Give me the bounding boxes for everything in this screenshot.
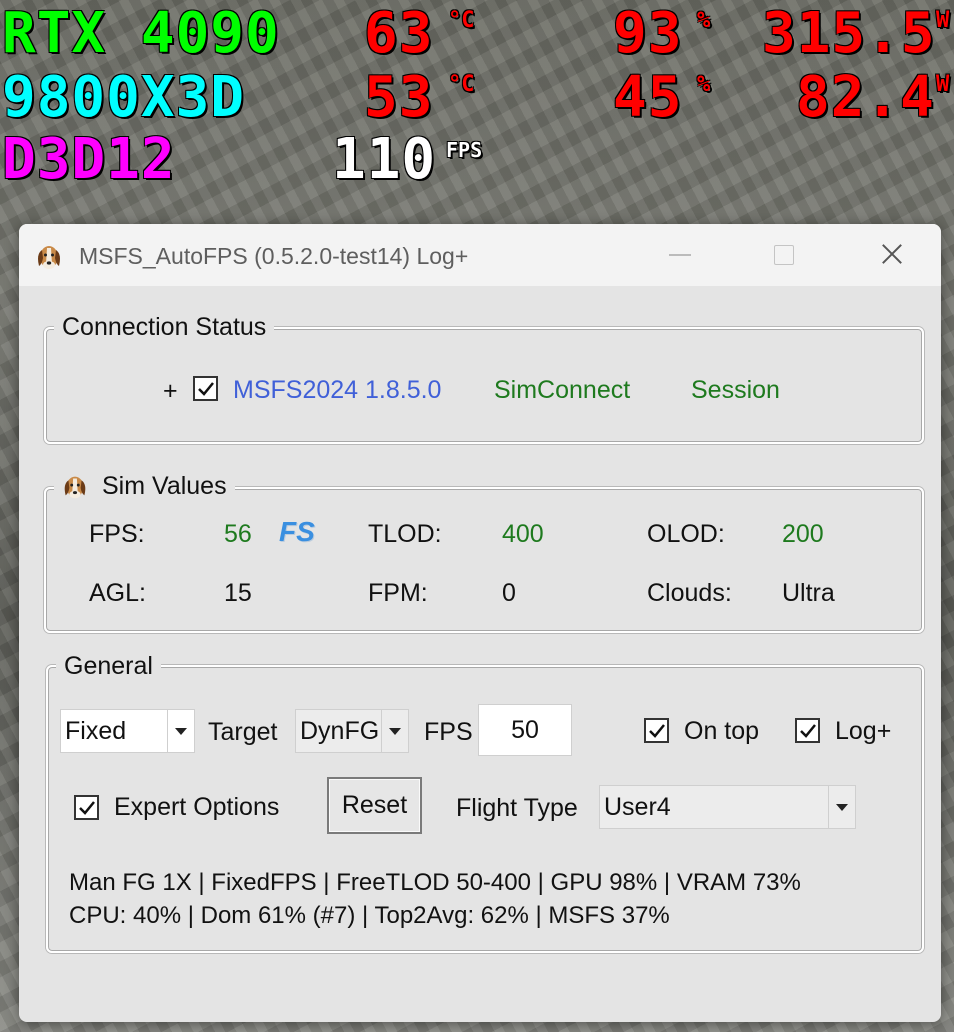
- maximize-button[interactable]: [731, 224, 835, 286]
- flight-type-dropdown[interactable]: User4: [599, 785, 856, 829]
- fpm-value: 0: [502, 579, 516, 607]
- olod-label: OLOD:: [647, 520, 725, 548]
- clouds-label: Clouds:: [647, 579, 732, 607]
- close-button[interactable]: [837, 224, 941, 286]
- target-value: DynFG: [300, 717, 380, 745]
- fps-label: FPS:: [89, 520, 145, 548]
- title-bar[interactable]: MSFS_AutoFPS (0.5.2.0-test14) Log+: [19, 224, 941, 286]
- log-checkbox[interactable]: [795, 718, 820, 743]
- checkmark-icon: [198, 382, 214, 396]
- checkmark-icon: [649, 724, 665, 738]
- flight-type-label: Flight Type: [456, 794, 578, 822]
- osd-gpu-load-unit: %: [697, 8, 711, 33]
- beagle-icon: [60, 471, 90, 501]
- minimize-button[interactable]: [625, 224, 729, 286]
- osd-cpu-power: 82.4: [796, 65, 935, 130]
- fps-value: 56: [224, 520, 252, 548]
- osd-fps-unit: FPS: [446, 138, 483, 162]
- osd-cpu-power-unit: W: [936, 72, 950, 97]
- chevron-down-icon: [381, 710, 408, 752]
- mode-value: Fixed: [65, 717, 127, 745]
- clouds-value: Ultra: [782, 579, 835, 607]
- connection-status-title: Connection Status: [54, 312, 275, 342]
- beagle-icon: [33, 240, 65, 272]
- osd-fps-value: 110: [332, 127, 437, 192]
- expand-toggle[interactable]: +: [163, 376, 178, 406]
- fpm-label: FPM:: [368, 579, 428, 607]
- osd-cpu-load: 45: [613, 65, 683, 130]
- checkmark-icon: [79, 801, 95, 815]
- osd-gpu-temp: 63: [364, 1, 434, 66]
- expert-options-checkbox[interactable]: [74, 795, 99, 820]
- target-label: Target: [208, 718, 278, 746]
- osd-gpu-temp-unit: °C: [448, 8, 475, 33]
- status-line-2: CPU: 40% | Dom 61% (#7) | Top2Avg: 62% |…: [69, 902, 670, 929]
- osd-gpu-name: RTX 4090: [2, 1, 280, 66]
- sim-values-title: Sim Values: [102, 472, 227, 500]
- olod-value: 200: [782, 520, 824, 548]
- chevron-down-icon: [828, 786, 855, 828]
- fps-target-input[interactable]: 50: [478, 704, 572, 756]
- checkmark-icon: [800, 724, 816, 738]
- fs-badge-icon: FS: [279, 516, 315, 547]
- reset-button[interactable]: Reset: [327, 777, 422, 834]
- osd-api-name: D3D12: [2, 127, 176, 192]
- maximize-icon: [774, 245, 794, 265]
- simconnect-status: SimConnect: [494, 376, 631, 404]
- agl-label: AGL:: [89, 579, 146, 607]
- session-status: Session: [691, 376, 780, 404]
- fps-target-label: FPS: [424, 718, 473, 746]
- sim-values-header: Sim Values: [54, 471, 235, 501]
- osd-cpu-temp: 53: [364, 65, 434, 130]
- mode-dropdown[interactable]: Fixed: [60, 709, 195, 753]
- osd-cpu-temp-unit: °C: [448, 72, 475, 97]
- log-label[interactable]: Log+: [835, 716, 891, 746]
- osd-cpu-name: 9800X3D: [2, 65, 246, 130]
- target-dropdown[interactable]: DynFG: [295, 709, 409, 753]
- tlod-value: 400: [502, 520, 544, 548]
- osd-gpu-power: 315.5: [762, 1, 936, 66]
- on-top-checkbox[interactable]: [644, 718, 669, 743]
- tlod-label: TLOD:: [368, 520, 442, 548]
- sim-values-group: [44, 487, 924, 633]
- minimize-icon: [669, 254, 691, 256]
- general-title: General: [56, 651, 161, 681]
- app-window: MSFS_AutoFPS (0.5.2.0-test14) Log+ Conne…: [19, 224, 941, 1022]
- flight-type-value: User4: [604, 793, 671, 821]
- osd-cpu-load-unit: %: [697, 72, 711, 97]
- expert-options-label[interactable]: Expert Options: [114, 792, 279, 822]
- agl-value: 15: [224, 579, 252, 607]
- on-top-label[interactable]: On top: [684, 716, 759, 746]
- window-title: MSFS_AutoFPS (0.5.2.0-test14) Log+: [79, 243, 469, 269]
- sim-version-text: MSFS2024 1.8.5.0: [233, 376, 442, 404]
- osd-gpu-power-unit: W: [936, 8, 950, 33]
- status-line-1: Man FG 1X | FixedFPS | FreeTLOD 50-400 |…: [69, 869, 801, 896]
- chevron-down-icon: [167, 710, 194, 752]
- osd-gpu-load: 93: [613, 1, 683, 66]
- sim-connect-checkbox[interactable]: [193, 376, 218, 401]
